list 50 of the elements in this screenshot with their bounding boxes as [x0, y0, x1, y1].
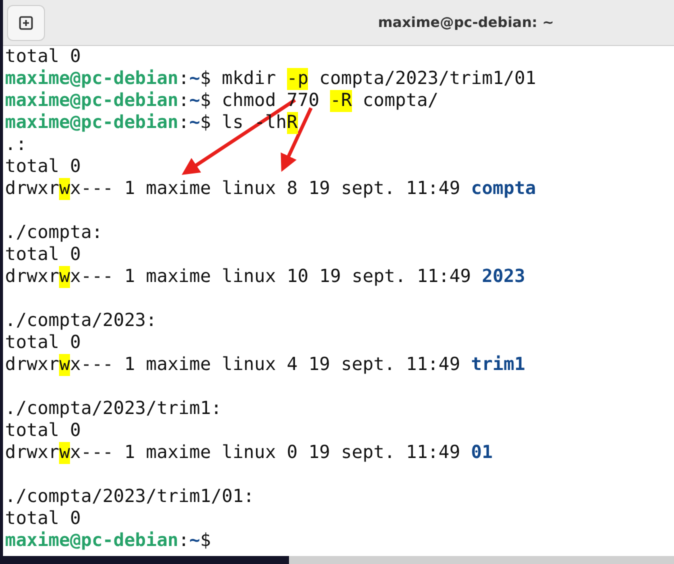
terminal-text: ./compta/2023:	[5, 310, 157, 332]
terminal-text: :	[178, 530, 190, 552]
terminal-text: total 0	[5, 156, 81, 178]
prompt-user: maxime@pc-debian	[5, 112, 178, 134]
terminal-text: $	[200, 530, 211, 552]
terminal-text: :	[178, 90, 190, 112]
prompt-path: ~	[189, 530, 200, 552]
prompt-user: maxime@pc-debian	[5, 68, 178, 90]
terminal-text: ./compta/2023/trim1:	[5, 398, 222, 420]
terminal-text: $ mkdir	[200, 68, 277, 90]
terminal-text: drwxr	[5, 266, 60, 288]
prompt-path: ~	[189, 90, 200, 112]
terminal-text: total 0	[5, 508, 81, 530]
highlighted-text: R	[286, 112, 298, 134]
new-tab-button[interactable]	[7, 4, 45, 40]
highlighted-text: w	[59, 178, 70, 200]
prompt-path: ~	[189, 112, 200, 134]
highlighted-text: w	[59, 442, 70, 464]
terminal-text: $ chmod 770	[200, 90, 320, 112]
terminal-text: x--- 1 maxime linux 10 19 sept. 11:49	[70, 266, 472, 288]
window-title: maxime@pc-debian: ~	[378, 14, 554, 30]
terminal-text: x--- 1 maxime linux 0 19 sept. 11:49	[70, 442, 462, 464]
prompt-path: ~	[189, 68, 200, 90]
terminal-text: total 0	[5, 420, 81, 442]
terminal-text: x--- 1 maxime linux 8 19 sept. 11:49	[70, 178, 462, 200]
new-tab-icon	[19, 16, 33, 30]
terminal-text: total 0	[5, 332, 81, 354]
terminal-text: x--- 1 maxime linux 4 19 sept. 11:49	[70, 354, 462, 376]
terminal-text: ./compta:	[5, 222, 103, 244]
terminal-text: :	[178, 112, 190, 134]
terminal-text: compta/	[362, 90, 439, 112]
terminal-text: :	[178, 68, 190, 90]
prompt-user: maxime@pc-debian	[5, 530, 178, 552]
terminal-text: drwxr	[5, 178, 60, 200]
directory-name: 2023	[482, 266, 526, 288]
terminal-text: drwxr	[5, 354, 60, 376]
terminal-text: total 0	[5, 46, 81, 68]
highlighted-text: -R	[330, 90, 352, 112]
highlighted-text: w	[59, 354, 70, 376]
highlighted-text: w	[59, 266, 70, 288]
directory-name: compta	[471, 178, 536, 200]
terminal-text: ./compta/2023/trim1/01:	[5, 486, 254, 508]
directory-name: trim1	[471, 354, 526, 376]
highlighted-text: -p	[286, 68, 308, 90]
terminal-text: drwxr	[5, 442, 60, 464]
terminal-text: .:	[5, 134, 27, 156]
prompt-user: maxime@pc-debian	[5, 90, 178, 112]
terminal-text: compta/2023/trim1/01	[318, 68, 536, 90]
terminal-text: total 0	[5, 244, 81, 266]
directory-name: 01	[471, 442, 493, 464]
